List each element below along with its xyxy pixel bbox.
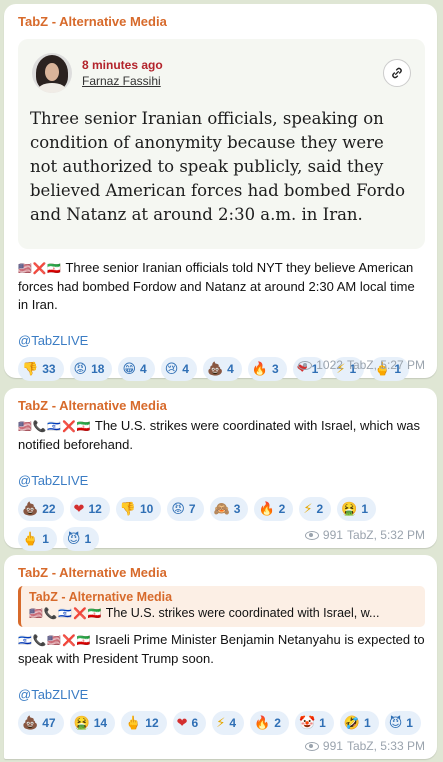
view-count: 991: [322, 528, 343, 542]
reaction-devil[interactable]: 😈 1: [384, 711, 421, 735]
reactions-bar: 💩 22 ❤ 12 👎 10 😡 7 🙈 3 🔥 2 ⚡ 2 🤮 1 🖕 1 😈 1: [18, 497, 398, 551]
message-text: 🇺🇸📞🇮🇱❌🇮🇷 The U.S. strikes were coordinat…: [18, 418, 421, 452]
reaction-angry[interactable]: 😡 7: [167, 497, 204, 521]
reaction-devil[interactable]: 😈 1: [62, 527, 100, 551]
reaction-lightning[interactable]: ⚡ 2: [299, 497, 332, 521]
views-icon: [304, 741, 319, 751]
message-text: 🇺🇸❌🇮🇷 Three senior Iranian officials tol…: [18, 260, 415, 312]
reaction-angry[interactable]: 😡 18: [69, 357, 113, 381]
view-count: 1022: [316, 358, 343, 372]
reaction-vomit[interactable]: 🤮 1: [337, 497, 377, 521]
reaction-clown[interactable]: 🤡 1: [294, 711, 334, 735]
message-meta: 1022 TabZ, 5:27 PM: [298, 358, 425, 372]
reply-channel-name: TabZ - Alternative Media: [29, 590, 173, 604]
author-avatar: [32, 53, 72, 93]
views-icon: [298, 360, 313, 370]
message-bubble-2[interactable]: TabZ - Alternative Media 🇺🇸📞🇮🇱❌🇮🇷 The U.…: [4, 388, 437, 551]
channel-name[interactable]: TabZ - Alternative Media: [18, 14, 425, 29]
reaction-grin[interactable]: 😁 4: [118, 357, 155, 381]
time-ago: 8 minutes ago: [82, 58, 163, 72]
channel-name[interactable]: TabZ - Alternative Media: [18, 565, 425, 580]
reaction-vomit[interactable]: 🤮 14: [69, 711, 116, 735]
reaction-thumbs-down[interactable]: 👎 10: [115, 497, 162, 521]
message-meta: 991 TabZ, 5:32 PM: [304, 528, 425, 542]
reaction-rofl[interactable]: 🤣 1: [339, 711, 379, 735]
reaction-poop[interactable]: 💩 47: [18, 711, 64, 735]
reply-quote[interactable]: TabZ - Alternative Media 🇺🇸📞🇮🇱❌🇮🇷 The U.…: [18, 586, 425, 627]
reaction-heart[interactable]: ❤ 6: [172, 711, 207, 735]
reaction-thumbs-down[interactable]: 👎 33: [18, 357, 64, 381]
reaction-middle-finger[interactable]: 🖕 1: [18, 527, 57, 551]
channel-link[interactable]: @TabZLIVE: [18, 333, 88, 348]
reaction-middle-finger[interactable]: 🖕 12: [121, 711, 167, 735]
channel-link[interactable]: @TabZLIVE: [18, 473, 88, 488]
author-name[interactable]: Farnaz Fassihi: [82, 74, 163, 88]
reaction-cry[interactable]: 😢 4: [160, 357, 197, 381]
reaction-fire[interactable]: 🔥 3: [247, 357, 287, 381]
view-count: 991: [322, 739, 343, 753]
message-bubble-1[interactable]: TabZ - Alternative Media 8 minutes ago F…: [4, 4, 437, 381]
signature-time: TabZ, 5:32 PM: [346, 528, 425, 542]
reaction-poop[interactable]: 💩 4: [202, 357, 242, 381]
link-icon[interactable]: [383, 59, 411, 87]
signature-time: TabZ, 5:33 PM: [346, 739, 425, 753]
message-meta: 991 TabZ, 5:33 PM: [304, 739, 425, 753]
flag-emojis: 🇺🇸❌🇮🇷: [18, 262, 63, 275]
reaction-see-no-evil[interactable]: 🙈 3: [209, 497, 249, 521]
message-text: 🇮🇱📞🇺🇸❌🇮🇷 Israeli Prime Minister Benjamin…: [18, 632, 425, 666]
reaction-fire[interactable]: 🔥 2: [250, 711, 289, 735]
channel-link[interactable]: @TabZLIVE: [18, 687, 88, 702]
reactions-bar: 💩 47 🤮 14 🖕 12 ❤ 6 ⚡ 4 🔥 2 🤡 1 🤣 1 😈 1: [18, 711, 425, 735]
flag-emojis: 🇺🇸📞🇮🇱❌🇮🇷: [18, 420, 92, 433]
reaction-fire[interactable]: 🔥 2: [254, 497, 294, 521]
article-card[interactable]: 8 minutes ago Farnaz Fassihi Three senio…: [18, 39, 425, 249]
reply-text: 🇺🇸📞🇮🇱❌🇮🇷 The U.S. strikes were coordinat…: [29, 606, 380, 620]
reaction-heart[interactable]: ❤ 12: [69, 497, 110, 521]
channel-name[interactable]: TabZ - Alternative Media: [18, 398, 425, 413]
article-quote: Three senior Iranian officials, speaking…: [30, 109, 406, 224]
flag-emojis: 🇮🇱📞🇺🇸❌🇮🇷: [18, 634, 92, 647]
reaction-poop[interactable]: 💩 22: [18, 497, 64, 521]
signature-time: TabZ, 5:27 PM: [346, 358, 425, 372]
views-icon: [304, 530, 319, 540]
reaction-lightning[interactable]: ⚡ 4: [212, 711, 245, 735]
message-bubble-3[interactable]: TabZ - Alternative Media TabZ - Alternat…: [4, 555, 437, 759]
